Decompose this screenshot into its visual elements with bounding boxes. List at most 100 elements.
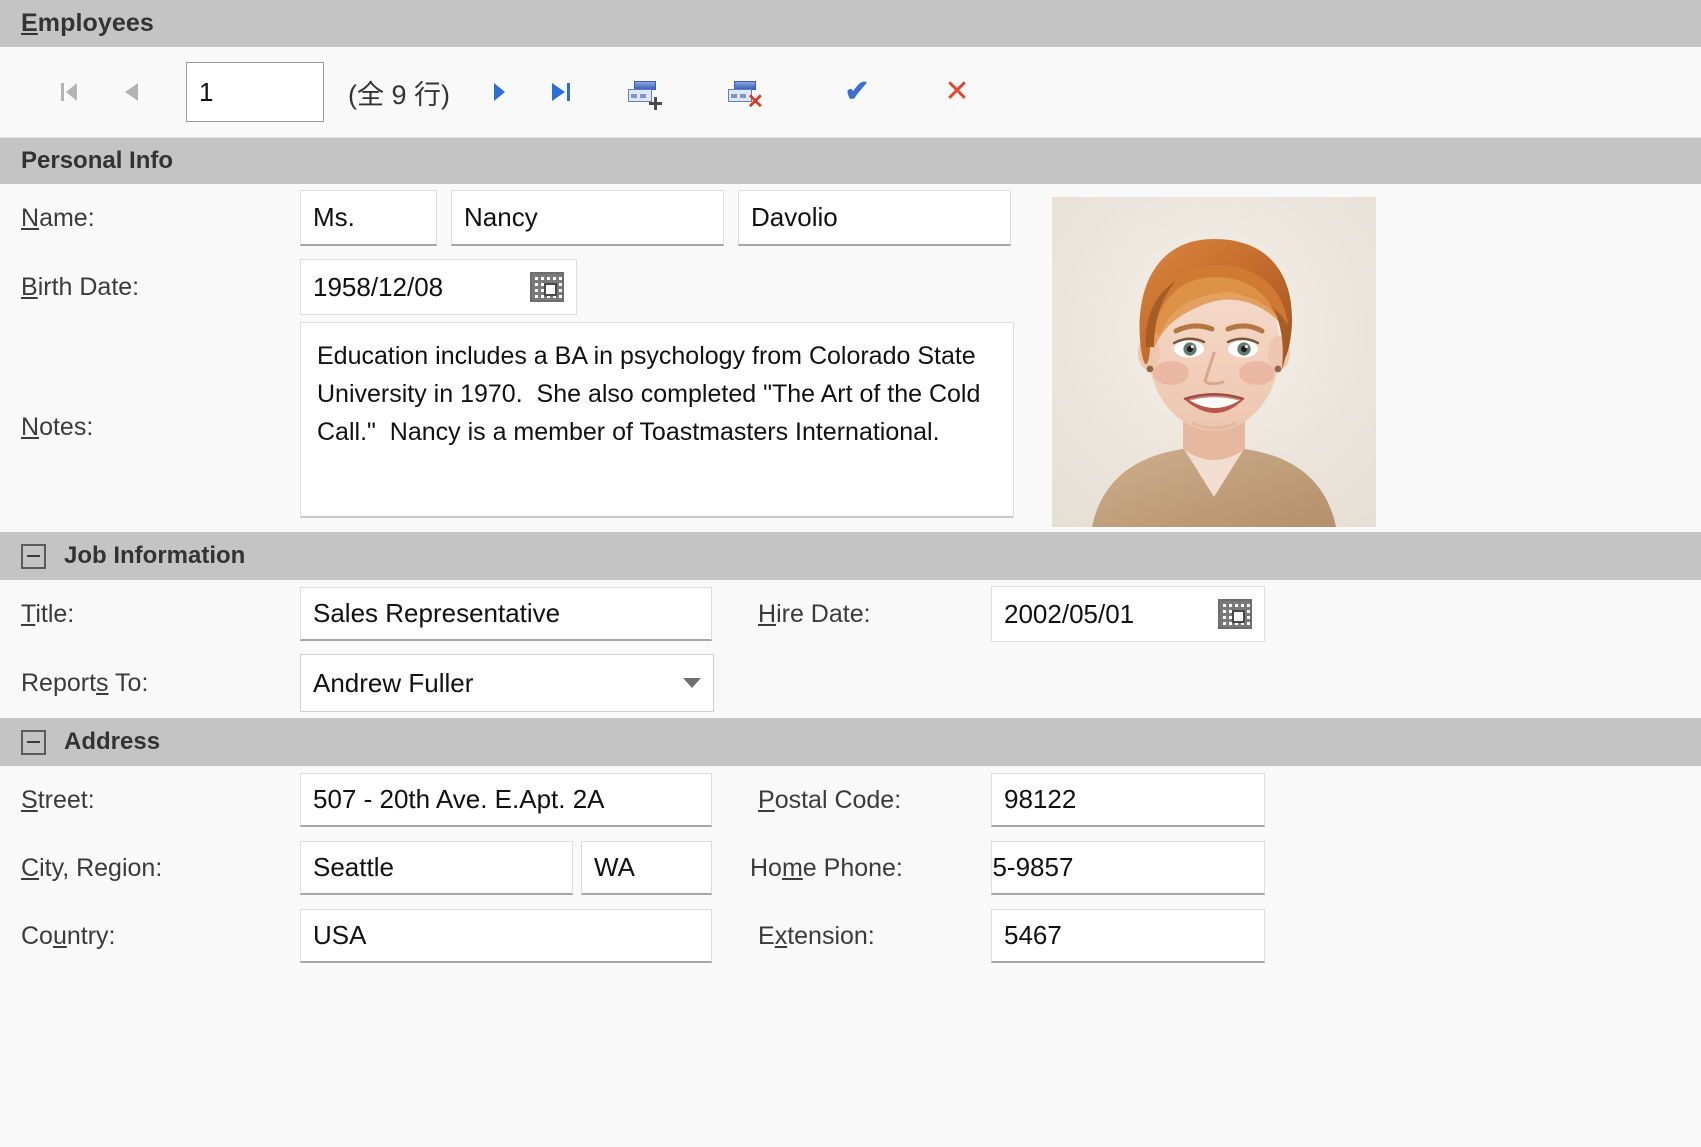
avatar [1052, 197, 1376, 527]
first-name-input[interactable]: Nancy [451, 190, 724, 246]
reports-to-row: Reports To: Andrew Fuller [0, 648, 1701, 718]
street-input[interactable]: 507 - 20th Ave. E.Apt. 2A [300, 773, 712, 827]
notes-textarea[interactable]: Education includes a BA in psychology fr… [300, 322, 1014, 518]
cancel-edit-button[interactable]: ✕ [922, 67, 992, 117]
record-count-label: (全 9 行) [348, 79, 451, 110]
section-title-personal-info: Personal Info [21, 147, 174, 174]
title-row: Title: Sales Representative Hire Date: 2… [0, 580, 1701, 648]
city-region-label-accelerator: C [21, 853, 40, 882]
city-input[interactable]: Seattle [300, 841, 573, 895]
postal-code-label-accelerator: P [758, 785, 775, 814]
extension-input[interactable]: 5467 [991, 909, 1265, 963]
country-row: Country: USA Extension: 5467 [0, 902, 1701, 970]
last-record-button[interactable] [530, 67, 592, 117]
street-row: Street: 507 - 20th Ave. E.Apt. 2A Postal… [0, 766, 1701, 834]
notes-label: Notes: [0, 322, 300, 532]
name-label: Name: [0, 204, 300, 233]
extension-label-rest: tension: [787, 921, 875, 950]
country-label-pre: Co [21, 921, 53, 950]
employee-photo [1052, 197, 1376, 527]
last-name-input[interactable]: Davolio [738, 190, 1011, 246]
chevron-down-icon[interactable] [683, 678, 701, 688]
delete-record-button[interactable]: ✕ [692, 67, 792, 117]
first-record-icon [61, 83, 77, 101]
add-record-button[interactable] [592, 67, 692, 117]
next-record-icon [493, 83, 505, 101]
last-record-icon [552, 83, 571, 101]
city-region-label-rest: ity, Region: [39, 853, 163, 882]
collapse-minus-icon[interactable] [21, 543, 46, 569]
page-title-accelerator: E [21, 9, 38, 37]
close-icon: ✕ [944, 75, 970, 108]
previous-record-icon [124, 83, 138, 101]
job-title-input[interactable]: Sales Representative [300, 587, 712, 641]
name-label-rest: ame: [39, 203, 95, 232]
birth-date-input[interactable]: 1958/12/08 [300, 259, 577, 315]
country-input[interactable]: USA [300, 909, 712, 963]
postal-code-label-rest: ostal Code: [774, 785, 902, 814]
job-title-label-accelerator: T [21, 599, 36, 628]
birth-date-row: Birth Date: 1958/12/08 [0, 252, 1701, 322]
street-label: Street: [0, 786, 300, 815]
next-record-button[interactable] [468, 67, 530, 117]
country-label-accelerator: u [52, 921, 67, 950]
section-header-address[interactable]: Address [0, 718, 1701, 766]
job-information-body: Title: Sales Representative Hire Date: 2… [0, 580, 1701, 718]
hire-date-label-rest: ire Date: [776, 599, 871, 628]
hire-date-label-accelerator: H [758, 599, 777, 628]
home-phone-label-rest: e Phone: [802, 853, 903, 882]
reports-to-value: Andrew Fuller [313, 667, 474, 698]
city-region-label: City, Region: [0, 854, 300, 883]
extension-label: Extension: [712, 922, 991, 951]
previous-record-button[interactable] [100, 67, 162, 117]
birth-date-value: 1958/12/08 [313, 271, 444, 302]
home-phone-label-accelerator: m [781, 853, 803, 882]
notes-label-rest: otes: [39, 412, 94, 441]
reports-to-label-pre: Report [21, 668, 97, 697]
reports-to-label: Reports To: [0, 669, 300, 698]
job-title-label-rest: itle: [35, 599, 75, 628]
add-row-icon [628, 81, 663, 110]
notes-label-accelerator: N [21, 412, 40, 441]
confirm-edit-button[interactable]: ✔ [792, 67, 922, 117]
city-region-row: City, Region: Seattle WA Home Phone: 55-… [0, 834, 1701, 902]
country-label: Country: [0, 922, 300, 951]
window-title-bar: Employees [0, 0, 1701, 47]
delete-row-icon: ✕ [728, 81, 764, 112]
page-title-rest: mployees [37, 9, 154, 37]
postal-code-label: Postal Code: [712, 786, 991, 815]
name-label-accelerator: N [21, 203, 40, 232]
postal-code-input[interactable]: 98122 [991, 773, 1265, 827]
home-phone-label: Home Phone: [712, 854, 991, 883]
section-title-job-information: Job Information [64, 542, 246, 569]
extension-label-accelerator: x [774, 921, 788, 950]
first-record-button[interactable] [38, 67, 100, 117]
reports-to-label-rest: To: [108, 668, 149, 697]
home-phone-label-pre: Ho [750, 853, 782, 882]
section-header-personal-info[interactable]: Personal Info [0, 138, 1701, 184]
birth-date-label-accelerator: B [21, 272, 38, 301]
title-prefix-input[interactable]: Ms. [300, 190, 437, 246]
page-title: Employees [21, 9, 154, 38]
street-label-rest: treet: [37, 785, 95, 814]
current-record-input[interactable] [186, 62, 324, 122]
section-title-address: Address [64, 728, 161, 755]
country-label-rest: ntry: [66, 921, 116, 950]
record-navigator-toolbar: (全 9 行) ✕ ✔ ✕ [0, 47, 1701, 138]
reports-to-label-accelerator: s [96, 668, 109, 697]
check-icon: ✔ [844, 75, 870, 108]
birth-date-label-rest: irth Date: [37, 272, 140, 301]
extension-label-pre: E [758, 921, 775, 950]
section-header-job-information[interactable]: Job Information [0, 532, 1701, 580]
job-title-label: Title: [0, 600, 300, 629]
street-label-accelerator: S [21, 785, 38, 814]
home-phone-input[interactable]: 55-9857 [991, 841, 1265, 895]
calendar-icon[interactable] [1218, 599, 1252, 629]
collapse-minus-icon[interactable] [21, 729, 46, 755]
birth-date-label: Birth Date: [0, 273, 300, 302]
reports-to-select[interactable]: Andrew Fuller [300, 654, 714, 712]
calendar-icon[interactable] [530, 272, 564, 302]
region-input[interactable]: WA [581, 841, 712, 895]
hire-date-input[interactable]: 2002/05/01 [991, 586, 1265, 642]
personal-info-body: Name: Ms. Nancy Davolio Birth Date: 1958… [0, 184, 1701, 532]
